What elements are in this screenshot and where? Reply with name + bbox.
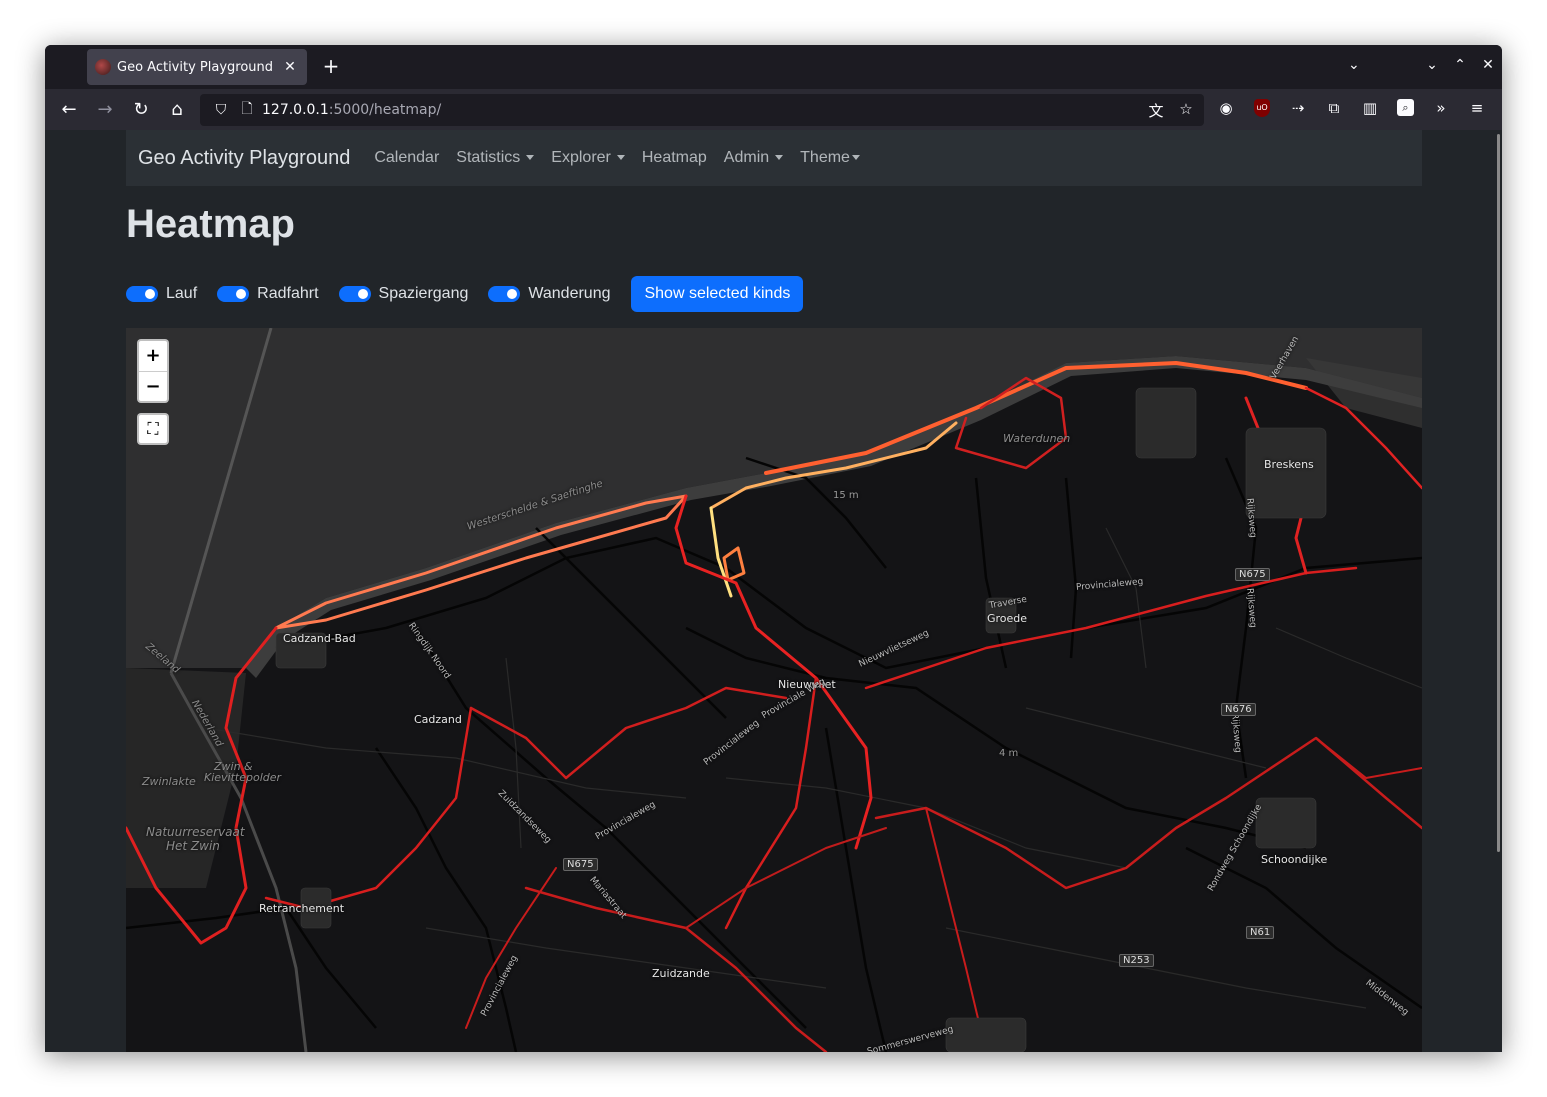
scrollbar[interactable] bbox=[1497, 134, 1500, 852]
toggle-switch[interactable] bbox=[488, 286, 521, 302]
kind-label: Lauf bbox=[166, 285, 198, 302]
nav-explorer-label: Explorer bbox=[551, 149, 611, 166]
search-extension-icon[interactable]: ⌕ bbox=[1397, 99, 1414, 116]
road-shield: N61 bbox=[1246, 926, 1275, 939]
kind-filter: Lauf Radfahrt Spaziergang Wanderung Show… bbox=[126, 275, 804, 313]
close-window-icon[interactable]: ✕ bbox=[1478, 57, 1498, 73]
account-icon[interactable]: ◉ bbox=[1215, 97, 1237, 119]
place-label: Kievittepolder bbox=[204, 771, 282, 784]
nav-admin[interactable]: Admin bbox=[723, 149, 784, 167]
kind-toggle-spaziergang[interactable]: Spaziergang bbox=[338, 285, 469, 303]
nav-statistics[interactable]: Statistics bbox=[456, 149, 535, 167]
map-tiles bbox=[126, 328, 1422, 1052]
elevation-label: 4 m bbox=[999, 748, 1019, 759]
kind-toggle-radfahrt[interactable]: Radfahrt bbox=[217, 285, 319, 303]
menu-icon[interactable]: ≡ bbox=[1466, 97, 1488, 119]
nav-statistics-label: Statistics bbox=[456, 149, 521, 166]
zoom-out-button[interactable]: − bbox=[139, 371, 167, 401]
nav-calendar[interactable]: Calendar bbox=[374, 149, 439, 167]
nav-heatmap[interactable]: Heatmap bbox=[642, 149, 707, 167]
kind-toggle-lauf[interactable]: Lauf bbox=[126, 285, 197, 303]
place-label: Schoondijke bbox=[1261, 853, 1328, 866]
road-shield: N675 bbox=[1235, 568, 1270, 581]
place-label: Waterdunen bbox=[1003, 432, 1071, 445]
page-title: Heatmap bbox=[126, 202, 295, 246]
dropdown-caret-icon bbox=[851, 155, 860, 161]
forward-icon[interactable]: → bbox=[92, 97, 118, 123]
nav-admin-label: Admin bbox=[723, 149, 770, 166]
toggle-switch[interactable] bbox=[338, 286, 371, 302]
zoom-control: + − bbox=[137, 339, 169, 403]
favicon-icon bbox=[95, 59, 111, 75]
browser-toolbar: ← → ↻ ⌂ ⛉ 🗋 127.0.0.1:5000/heatmap/ 文 ☆ … bbox=[45, 89, 1502, 130]
reload-icon[interactable]: ↻ bbox=[128, 97, 154, 123]
nav-theme[interactable]: Theme bbox=[800, 149, 860, 167]
brand-link[interactable]: Geo Activity Playground bbox=[138, 147, 350, 170]
place-label: Breskens bbox=[1264, 458, 1314, 471]
page: Geo Activity Playground Calendar Statist… bbox=[45, 130, 1502, 1052]
heatmap-map[interactable]: Cadzand-Bad Cadzand Retranchement Zuidza… bbox=[126, 328, 1422, 1052]
place-label: Zuidzande bbox=[652, 967, 710, 980]
kind-label: Wanderung bbox=[528, 285, 611, 302]
toggle-switch[interactable] bbox=[126, 286, 158, 302]
place-label: Het Zwin bbox=[166, 839, 220, 853]
sidebar-icon[interactable]: ▥ bbox=[1359, 97, 1381, 119]
place-label: Groede bbox=[987, 612, 1028, 625]
translate-icon[interactable]: 文 bbox=[1146, 100, 1166, 121]
browser-window: Geo Activity Playground ✕ + ⌄ ⌄ ⌃ ✕ ← → … bbox=[45, 45, 1502, 1052]
dropdown-caret-icon bbox=[526, 155, 535, 161]
nav-explorer[interactable]: Explorer bbox=[551, 149, 625, 167]
overflow-icon[interactable]: » bbox=[1430, 97, 1452, 119]
browser-tab[interactable]: Geo Activity Playground ✕ bbox=[87, 49, 307, 85]
elevation-label: 15 m bbox=[833, 490, 859, 501]
place-label: Cadzand bbox=[414, 713, 462, 726]
tab-bar: Geo Activity Playground ✕ + ⌄ ⌄ ⌃ ✕ bbox=[45, 45, 1502, 89]
back-icon[interactable]: ← bbox=[56, 97, 82, 123]
site-navbar: Geo Activity Playground Calendar Statist… bbox=[126, 130, 1422, 186]
bookmark-star-icon[interactable]: ☆ bbox=[1176, 100, 1196, 121]
place-label: Retranchement bbox=[259, 902, 345, 915]
url-bar[interactable]: ⛉ 🗋 127.0.0.1:5000/heatmap/ 文 ☆ bbox=[200, 94, 1204, 126]
url-path: :5000/heatmap/ bbox=[328, 102, 442, 118]
kind-label: Radfahrt bbox=[257, 285, 319, 302]
toggle-switch[interactable] bbox=[217, 286, 250, 302]
place-label: Zwinlakte bbox=[142, 775, 196, 788]
road-shield: N253 bbox=[1119, 954, 1154, 967]
list-tabs-icon[interactable]: ⌄ bbox=[1348, 57, 1360, 73]
page-icon[interactable]: 🗋 bbox=[236, 98, 258, 122]
dropdown-caret-icon bbox=[775, 155, 784, 161]
url-host: 127.0.0.1 bbox=[262, 102, 329, 118]
show-selected-kinds-button[interactable]: Show selected kinds bbox=[631, 276, 804, 312]
zoom-in-button[interactable]: + bbox=[139, 341, 167, 371]
extension-share-icon[interactable]: ⇢ bbox=[1287, 97, 1309, 119]
place-label: Cadzand-Bad bbox=[283, 632, 356, 645]
shield-icon[interactable]: ⛉ bbox=[210, 102, 232, 118]
new-tab-button[interactable]: + bbox=[319, 55, 343, 79]
nav-theme-label: Theme bbox=[800, 149, 850, 166]
fullscreen-icon[interactable]: ⛶ bbox=[137, 413, 169, 445]
dropdown-caret-icon bbox=[616, 155, 625, 161]
tab-title: Geo Activity Playground bbox=[117, 59, 274, 75]
maximize-icon[interactable]: ⌃ bbox=[1450, 57, 1470, 73]
extensions-icon[interactable]: ⧉ bbox=[1323, 97, 1345, 119]
kind-toggle-wanderung[interactable]: Wanderung bbox=[488, 285, 610, 303]
close-tab-icon[interactable]: ✕ bbox=[281, 59, 299, 75]
ublock-icon[interactable]: uO bbox=[1254, 99, 1270, 117]
home-icon[interactable]: ⌂ bbox=[164, 97, 190, 123]
kind-label: Spaziergang bbox=[378, 285, 469, 302]
minimize-icon[interactable]: ⌄ bbox=[1422, 57, 1442, 73]
place-label: Natuurreservaat bbox=[146, 825, 245, 839]
road-shield: N675 bbox=[563, 858, 598, 871]
road-shield: N676 bbox=[1221, 703, 1256, 716]
